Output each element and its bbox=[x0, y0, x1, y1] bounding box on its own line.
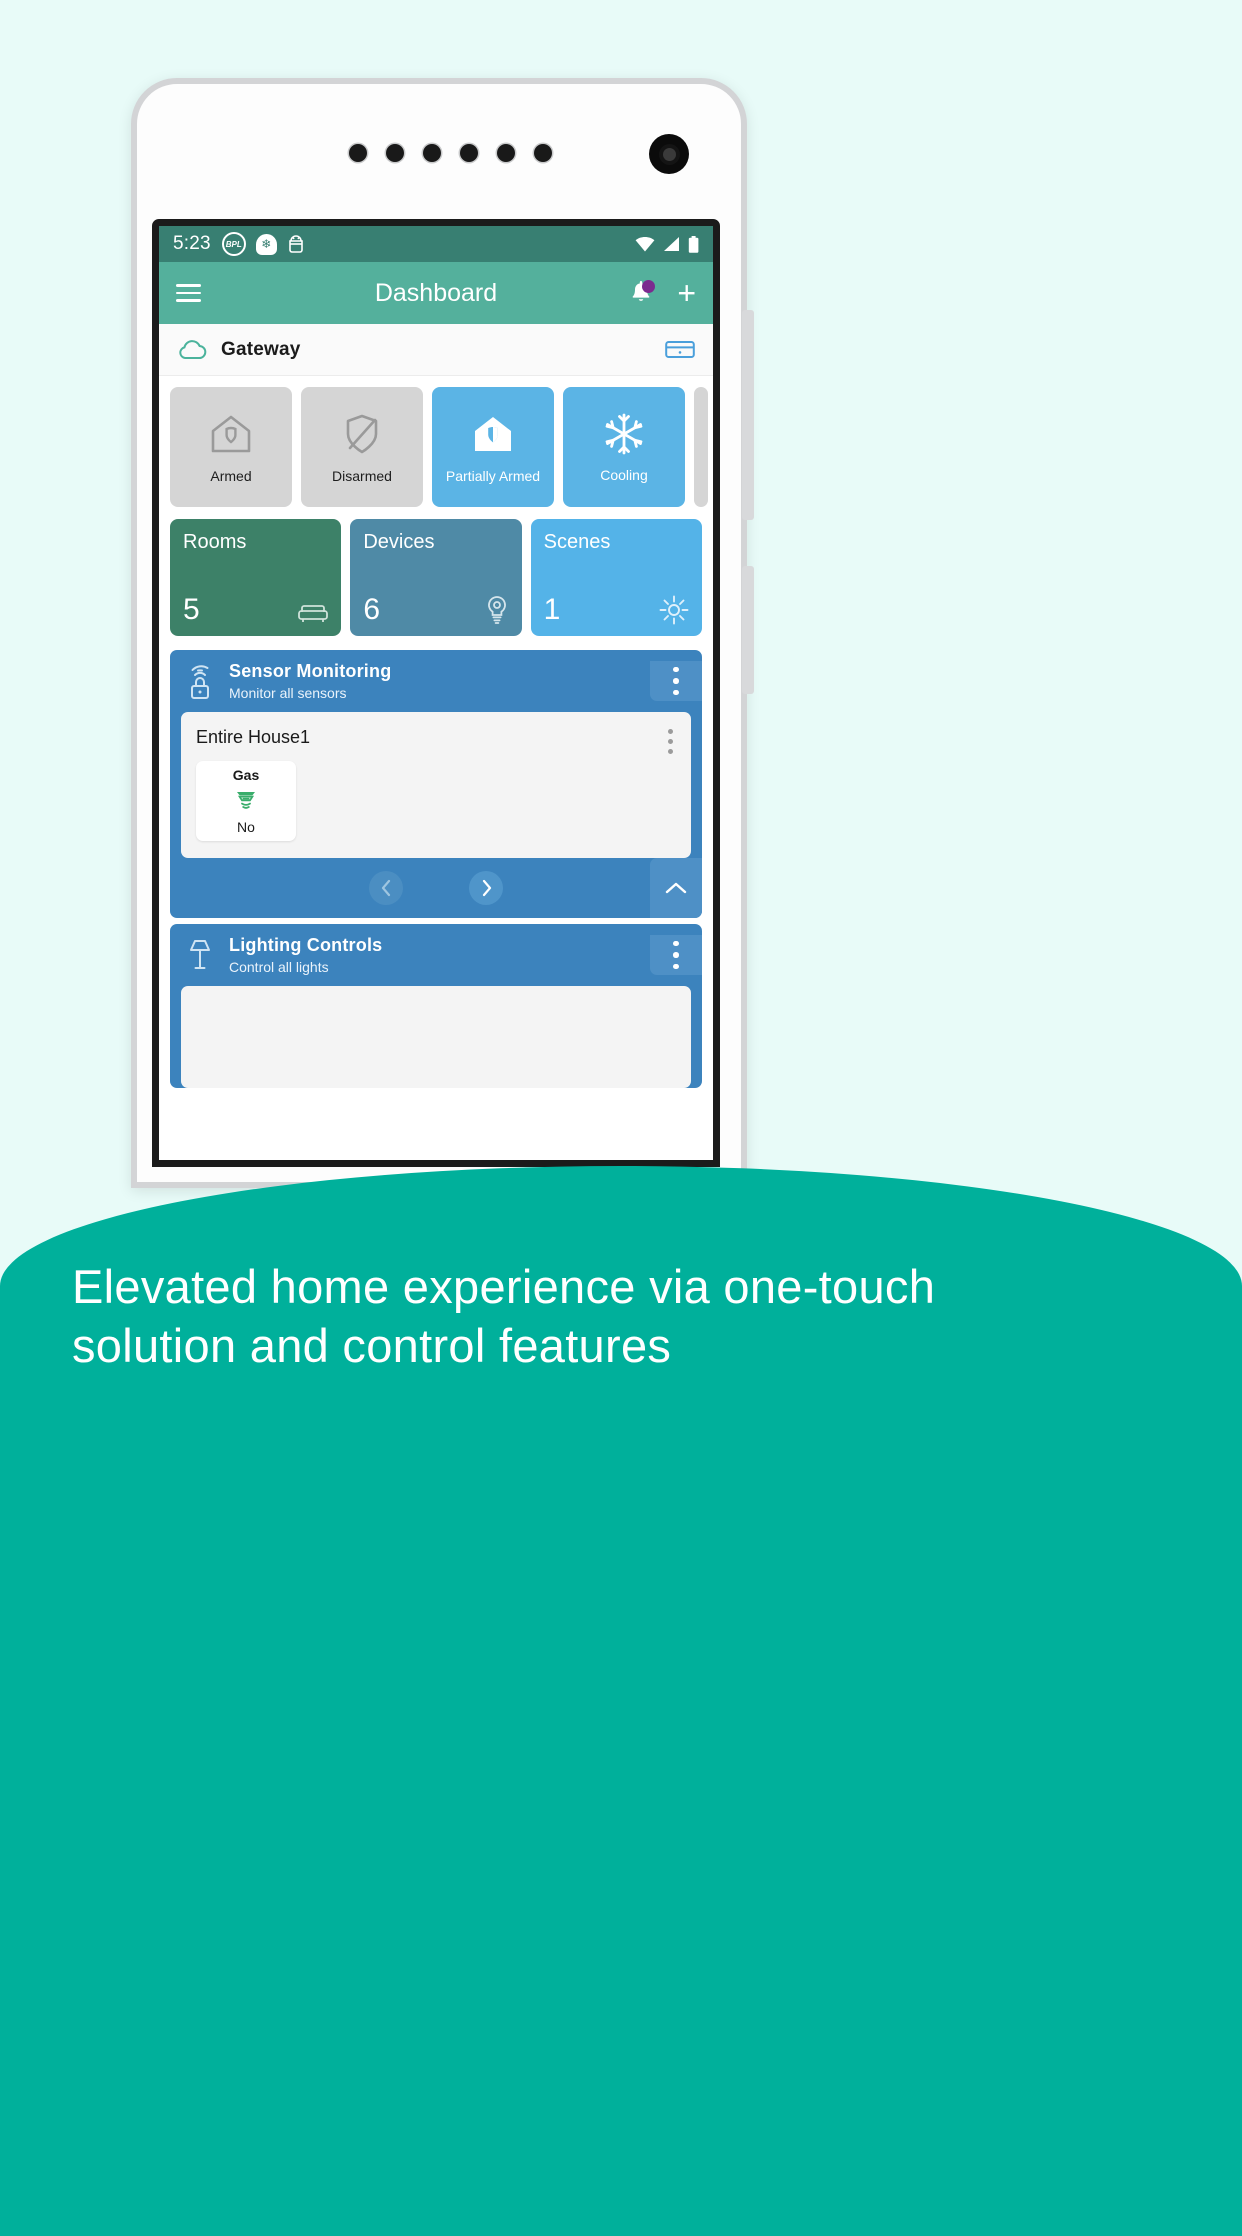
gateway-device-icon[interactable] bbox=[665, 339, 695, 360]
stat-card-count: 5 bbox=[183, 593, 200, 626]
lighting-inner-card bbox=[181, 986, 691, 1088]
battery-icon bbox=[688, 235, 699, 253]
sensor-pager bbox=[170, 858, 702, 918]
app-bar: Dashboard + bbox=[159, 262, 713, 324]
gateway-row[interactable]: Gateway bbox=[159, 324, 713, 376]
chevron-left-icon bbox=[381, 879, 390, 897]
status-bar: 5:23 BPL ❄ bbox=[159, 226, 713, 262]
plus-icon[interactable]: + bbox=[677, 277, 696, 309]
dashboard-content: Armed Disarmed Partially Armed Cooling R… bbox=[159, 376, 713, 1160]
status-bar-time: 5:23 bbox=[173, 233, 211, 254]
sensor-monitoring-header[interactable]: Sensor Monitoring Monitor all sensors bbox=[170, 650, 702, 712]
stat-card-scenes[interactable]: Scenes 1 bbox=[530, 519, 702, 636]
stat-card-title: Devices bbox=[363, 531, 435, 553]
gateway-label: Gateway bbox=[221, 338, 301, 360]
entire-house-title: Entire House1 bbox=[196, 727, 311, 747]
status-bar-notification-icons: BPL ❄ bbox=[221, 232, 305, 256]
app-bar-actions: + bbox=[630, 277, 696, 309]
entire-house-card: Entire House1 Gas No bbox=[181, 712, 691, 858]
lighting-controls-header[interactable]: Lighting Controls Control all lights bbox=[170, 924, 702, 986]
mode-chip-label: Armed bbox=[210, 467, 252, 484]
front-camera-icon bbox=[649, 134, 689, 174]
notification-badge bbox=[642, 280, 656, 293]
lighting-section-title: Lighting Controls bbox=[229, 935, 383, 955]
hamburger-menu-icon[interactable] bbox=[176, 284, 201, 302]
sensor-section-title: Sensor Monitoring bbox=[229, 661, 392, 681]
mode-chip-cooling[interactable]: Cooling bbox=[563, 387, 685, 507]
mode-chip-label: Disarmed bbox=[332, 467, 392, 484]
chevron-up-icon bbox=[665, 882, 687, 893]
bell-icon[interactable] bbox=[630, 280, 656, 305]
sensor-tile-name: Gas bbox=[232, 767, 260, 783]
bpl-badge-icon: BPL bbox=[221, 232, 246, 256]
promo-caption: Elevated home experience via one-touch s… bbox=[72, 1260, 936, 1372]
stat-card-title: Rooms bbox=[183, 531, 247, 553]
sensor-collapse-button[interactable] bbox=[650, 858, 702, 918]
wireless-sensor-icon bbox=[183, 663, 217, 699]
mode-chip-label: Cooling bbox=[600, 466, 648, 483]
mode-chip-label: Partially Armed bbox=[445, 467, 541, 484]
sensor-tile-value: No bbox=[237, 819, 255, 835]
phone-top-bezel bbox=[137, 84, 741, 224]
cloud-icon bbox=[179, 339, 207, 359]
sun-icon bbox=[659, 595, 689, 625]
power-button[interactable] bbox=[742, 566, 754, 694]
cellular-signal-icon bbox=[664, 236, 679, 251]
status-bar-system-icons bbox=[635, 235, 699, 253]
chevron-right-icon bbox=[482, 879, 491, 897]
shield-slash-icon bbox=[346, 414, 378, 453]
mode-chip-partially-armed[interactable]: Partially Armed bbox=[432, 387, 554, 507]
snowflake-icon bbox=[605, 413, 643, 454]
lamp-icon bbox=[183, 937, 217, 973]
home-shield-filled-icon bbox=[475, 416, 511, 451]
sensor-prev-button[interactable] bbox=[369, 871, 403, 905]
android-icon bbox=[288, 235, 303, 253]
mode-chip-row[interactable]: Armed Disarmed Partially Armed Cooling bbox=[159, 376, 713, 513]
mode-chip-armed[interactable]: Armed bbox=[170, 387, 292, 507]
mode-chip-overflow[interactable] bbox=[694, 387, 708, 507]
stat-card-devices[interactable]: Devices 6 bbox=[350, 519, 522, 636]
sofa-icon bbox=[298, 605, 329, 622]
sensor-monitoring-panel: Sensor Monitoring Monitor all sensors En… bbox=[170, 650, 702, 918]
stat-card-title: Scenes bbox=[543, 531, 611, 553]
stat-card-count: 1 bbox=[543, 593, 561, 626]
gas-detector-icon bbox=[237, 792, 255, 809]
sensor-section-kebab-menu-icon[interactable] bbox=[650, 661, 702, 701]
stat-card-count: 6 bbox=[363, 593, 381, 626]
stat-card-rooms[interactable]: Rooms 5 bbox=[170, 519, 342, 636]
home-shield-outline-icon bbox=[211, 415, 251, 452]
sensor-section-subtitle: Monitor all sensors bbox=[229, 685, 347, 701]
lighting-section-subtitle: Control all lights bbox=[229, 959, 329, 975]
earpiece-speaker-grille bbox=[349, 144, 552, 162]
entire-house-kebab-menu-icon[interactable] bbox=[668, 729, 673, 754]
sensor-next-button[interactable] bbox=[469, 871, 503, 905]
wifi-icon bbox=[635, 236, 655, 251]
device-screen: 5:23 BPL ❄ Dashboard + Gateway Armed Dis… bbox=[152, 219, 720, 1167]
mode-chip-disarmed[interactable]: Disarmed bbox=[301, 387, 423, 507]
sensor-tile-gas[interactable]: Gas No bbox=[196, 761, 296, 841]
stat-card-row: Rooms 5 Devices 6 Scenes 1 bbox=[159, 513, 713, 644]
lighting-section-kebab-menu-icon[interactable] bbox=[650, 935, 702, 975]
home-snowflake-icon: ❄ bbox=[255, 233, 277, 255]
lighting-controls-panel: Lighting Controls Control all lights bbox=[170, 924, 702, 1088]
lightbulb-icon bbox=[487, 596, 506, 624]
volume-button[interactable] bbox=[742, 310, 754, 520]
